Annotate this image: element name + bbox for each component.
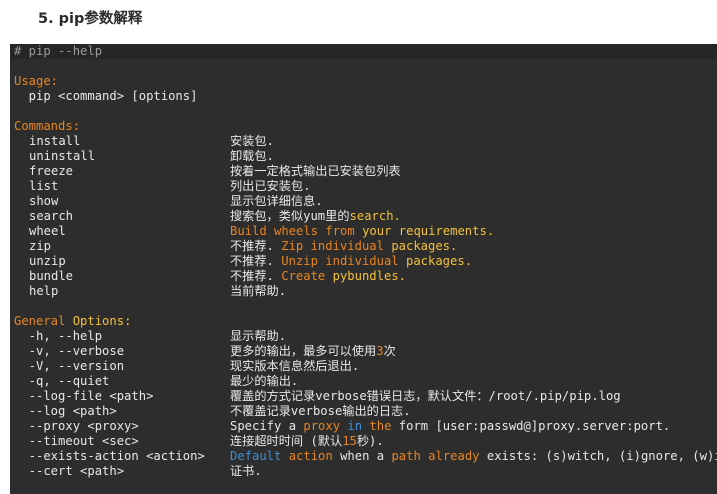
option-desc: 连接超时时间 (默认15秒). — [230, 434, 384, 449]
desc-builtin: pybundles. — [325, 269, 406, 283]
option-desc: 更多的输出，最多可以使用3次 — [230, 344, 396, 359]
desc-keyword: Zip individual — [281, 239, 384, 253]
code-stripe — [10, 44, 717, 59]
command-name: unzip — [29, 254, 66, 268]
command-desc: 不推荐. Zip individual packages. — [230, 239, 457, 254]
desc-keyword: Unzip individual — [281, 254, 399, 268]
usage-label: Usage: — [14, 74, 59, 88]
desc-blue: in — [340, 419, 363, 433]
option-desc: 证书. — [230, 464, 262, 478]
desc-keyword: action — [281, 449, 333, 463]
command-desc: Build wheels from your requirements. — [230, 224, 494, 239]
option-desc: Specify a proxy in the form [user:passwd… — [230, 419, 670, 434]
desc-blue: Default — [230, 449, 282, 463]
command-desc: 按着一定格式输出已安装包列表 — [230, 164, 401, 178]
general-options-label: General Options: — [14, 314, 131, 329]
desc-builtin: your requirements. — [354, 224, 495, 238]
desc-text: form [user:passwd@]proxy.server:port. — [391, 419, 671, 433]
command-name: wheel — [29, 224, 66, 238]
command-name: help — [29, 284, 59, 298]
desc-keyword: Build wheels from — [230, 224, 355, 238]
code-block: # pip --help Usage: pip <command> [optio… — [10, 44, 717, 494]
option-name: --cert <path> — [14, 464, 125, 478]
command-name: bundle — [29, 269, 74, 283]
desc-text: 不推荐. — [230, 239, 282, 253]
desc-text: 次 — [383, 344, 396, 358]
page: 5. pip参数解释 # pip --help Usage: pip <comm… — [0, 0, 717, 494]
command-desc: 不推荐. Unzip individual packages. — [230, 254, 472, 269]
desc-keyword: already — [420, 449, 480, 463]
option-name: -h, --help — [14, 329, 103, 343]
desc-builtin: search. — [349, 209, 401, 223]
option-desc: 不覆盖记录verbose输出的日志. — [230, 404, 411, 418]
desc-number: 3 — [376, 344, 384, 358]
command-desc: 当前帮助. — [230, 284, 287, 298]
option-name: --log <path> — [14, 404, 117, 418]
option-name: --log-file <path> — [14, 389, 154, 403]
option-desc: 最少的输出. — [230, 374, 299, 388]
option-name: --exists-action <action> — [14, 449, 205, 463]
command-name: freeze — [29, 164, 74, 178]
command-name: install — [29, 134, 81, 148]
command-desc: 搜索包，类似yum里的search. — [230, 209, 401, 224]
command-desc: 列出已安装包. — [230, 179, 311, 193]
usage-line: pip <command> [options] — [14, 89, 198, 103]
desc-text: 不推荐. — [230, 269, 282, 283]
command-desc: 不推荐. Create pybundles. — [230, 269, 406, 284]
desc-keyword: Create — [281, 269, 326, 283]
desc-builtin: packages. — [383, 239, 458, 253]
desc-text: 秒). — [356, 434, 384, 448]
desc-text: 不推荐. — [230, 254, 282, 268]
label-builtin: Options: — [65, 314, 132, 328]
desc-text: Specify a — [230, 419, 304, 433]
option-name: --proxy <proxy> — [14, 419, 139, 433]
command-name: show — [29, 194, 59, 208]
desc-keyword: proxy — [303, 419, 341, 433]
section-heading: 5. pip参数解释 — [38, 11, 143, 27]
option-name: -v, --verbose — [14, 344, 125, 358]
option-desc: 显示帮助. — [230, 329, 287, 343]
command-name: zip — [29, 239, 52, 253]
option-desc: 现实版本信息然后退出. — [230, 359, 360, 373]
command-desc: 卸载包. — [230, 149, 274, 163]
command-desc: 显示包详细信息. — [230, 194, 323, 208]
command-name: search — [29, 209, 74, 223]
desc-number: 15 — [342, 434, 357, 448]
desc-builtin: packages. — [398, 254, 473, 268]
option-desc: 覆盖的方式记录verbose错误日志，默认文件：/root/.pip/pip.l… — [230, 389, 621, 403]
option-desc: Default action when a path already exist… — [230, 449, 717, 464]
command-name: list — [29, 179, 59, 193]
desc-text: exists: (s)witch, (i)gnore, (w)i — [479, 449, 717, 463]
label-keyword: General — [14, 314, 66, 328]
code-comment: # pip --help — [14, 44, 103, 58]
desc-text: 连接超时时间 (默认 — [230, 434, 343, 448]
option-name: -q, --quiet — [14, 374, 110, 388]
commands-label: Commands: — [14, 119, 81, 133]
option-name: -V, --version — [14, 359, 125, 373]
desc-text: 更多的输出，最多可以使用 — [230, 344, 377, 358]
desc-text: 搜索包，类似yum里的 — [230, 209, 350, 223]
desc-keyword: the — [362, 419, 392, 433]
desc-keyword: path — [391, 449, 421, 463]
option-name: --timeout <sec> — [14, 434, 139, 448]
desc-text: when a — [332, 449, 392, 463]
command-desc: 安装包. — [230, 134, 274, 148]
command-name: uninstall — [29, 149, 96, 163]
